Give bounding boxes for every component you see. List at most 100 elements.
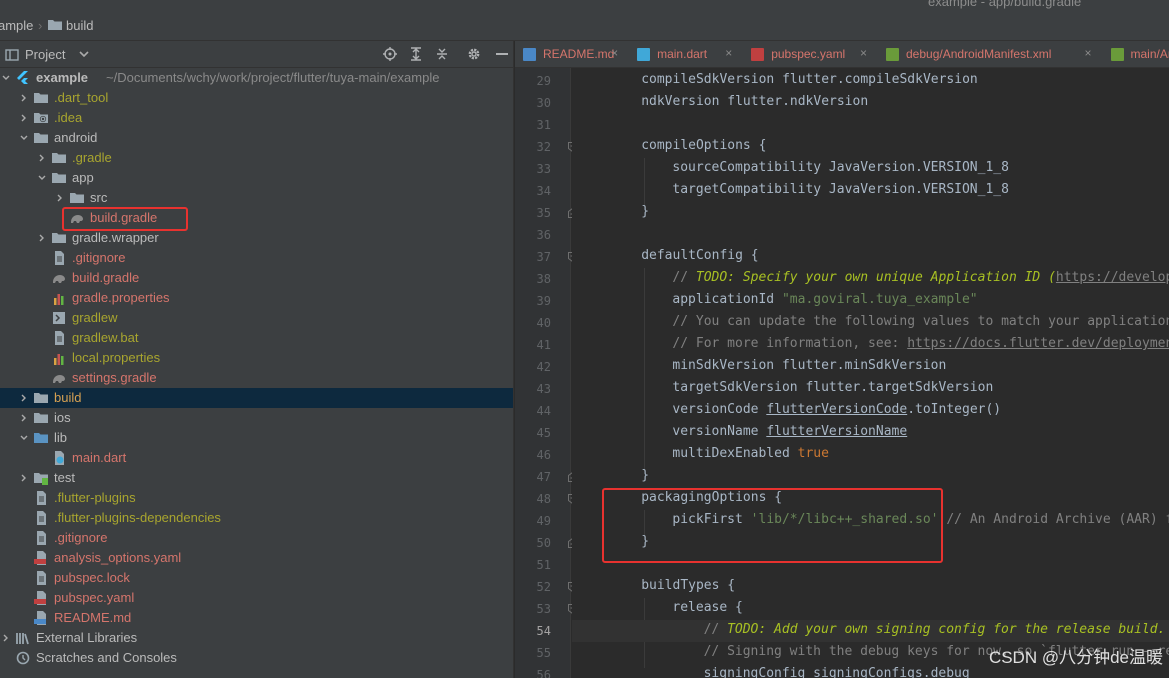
breadcrumb-build[interactable]: build	[66, 18, 93, 33]
tree-item[interactable]: Scratches and Consoles	[0, 648, 513, 668]
chevron-right-icon[interactable]	[20, 414, 28, 422]
chevron-right-icon[interactable]	[38, 234, 46, 242]
collapse-all-icon[interactable]	[435, 47, 449, 61]
tree-item[interactable]: .gradle	[0, 148, 513, 168]
chevron-down-icon[interactable]	[20, 134, 28, 142]
line-number: 32	[536, 140, 551, 154]
tree-item[interactable]: .idea	[0, 108, 513, 128]
chevron-down-icon[interactable]	[79, 50, 89, 58]
hide-panel-icon[interactable]	[495, 53, 509, 56]
line-number: 51	[536, 558, 551, 572]
tree-item[interactable]: gradle.wrapper	[0, 228, 513, 248]
close-icon[interactable]: ×	[1085, 46, 1092, 60]
code-line: // You can update the following values t…	[672, 314, 1169, 329]
code-token: TODO: Add your own signing config for th…	[727, 622, 1166, 637]
chevron-down-icon[interactable]	[20, 434, 28, 442]
code-token: sourceCompatibility JavaVersion.VERSION_…	[672, 160, 1009, 175]
file-icon	[37, 511, 46, 525]
code-token: // An Android Archive (AAR) file	[946, 512, 1169, 527]
tree-item-label: Scratches and Consoles	[36, 650, 177, 665]
tree-item[interactable]: main.dart	[0, 448, 513, 468]
tree-item[interactable]: build.gradle	[0, 268, 513, 288]
tree-item[interactable]: README.md	[0, 608, 513, 628]
code-token: targetSdkVersion flutter.targetSdkVersio…	[672, 380, 994, 395]
tree-item[interactable]: .dart_tool	[0, 88, 513, 108]
line-number: 43	[536, 382, 551, 396]
tree-item[interactable]: .flutter-plugins-dependencies	[0, 508, 513, 528]
editor-tab-label: main.dart	[657, 47, 708, 61]
code-line: targetCompatibility JavaVersion.VERSION_…	[672, 182, 1009, 197]
tree-item[interactable]: gradlew.bat	[0, 328, 513, 348]
tree-item-label: app	[72, 170, 94, 185]
tree-item[interactable]: test	[0, 468, 513, 488]
tree-item[interactable]: example ~/Documents/wchy/work/project/flu…	[0, 68, 513, 88]
chevron-right-icon[interactable]	[56, 194, 64, 202]
tree-item-label: build.gradle	[72, 270, 140, 285]
chevron-down-icon[interactable]	[2, 74, 10, 82]
code-line: defaultConfig {	[641, 248, 758, 263]
tree-item[interactable]: gradlew	[0, 308, 513, 328]
chevron-right-icon[interactable]	[20, 94, 28, 102]
tree-item[interactable]: .gitignore	[0, 248, 513, 268]
folder-icon	[34, 93, 48, 103]
tree-item[interactable]: android	[0, 128, 513, 148]
code-line: compileSdkVersion flutter.compileSdkVers…	[641, 72, 978, 87]
tree-item[interactable]: settings.gradle	[0, 368, 513, 388]
tree-item[interactable]: analysis_options.yaml	[0, 548, 513, 568]
tree-item-label: .flutter-plugins	[54, 490, 136, 505]
tree-item[interactable]: build	[0, 388, 513, 408]
tree-item[interactable]: local.properties	[0, 348, 513, 368]
code-token: versionName	[672, 424, 767, 439]
line-number: 31	[536, 118, 551, 132]
tree-item-label: gradle.wrapper	[72, 230, 159, 245]
expand-all-icon[interactable]	[409, 47, 423, 61]
locate-file-icon[interactable]	[383, 47, 397, 61]
code-token: compileOptions {	[641, 138, 767, 153]
tree-item[interactable]: app	[0, 168, 513, 188]
code-token[interactable]: https://developer.a	[1056, 270, 1169, 285]
tree-item[interactable]: pubspec.lock	[0, 568, 513, 588]
tree-item[interactable]: ios	[0, 408, 513, 428]
tree-item[interactable]: pubspec.yaml	[0, 588, 513, 608]
file-icon	[55, 251, 64, 265]
code-editor[interactable]: compileSdkVersion flutter.compileSdkVers…	[572, 68, 1169, 678]
chevron-right-icon[interactable]	[20, 394, 28, 402]
gear-icon[interactable]	[467, 47, 481, 61]
tree-item-label: .dart_tool	[54, 90, 109, 105]
tree-item[interactable]: .gitignore	[0, 528, 513, 548]
editor-tab-label: pubspec.yaml	[771, 47, 846, 61]
window-title: example - app/build.gradle	[928, 0, 1082, 9]
chevron-right-icon[interactable]	[20, 474, 28, 482]
close-icon[interactable]: ×	[725, 46, 732, 60]
tree-item[interactable]: src	[0, 188, 513, 208]
line-number: 44	[536, 404, 551, 418]
chevron-right-icon[interactable]	[20, 114, 28, 122]
breadcrumb-root[interactable]: ample	[0, 18, 33, 33]
settings-folder-icon	[34, 113, 48, 123]
line-number: 54	[536, 624, 551, 638]
code-token: }	[641, 204, 650, 219]
tree-item[interactable]: gradle.properties	[0, 288, 513, 308]
tree-item[interactable]: External Libraries	[0, 628, 513, 648]
close-icon[interactable]: ×	[860, 46, 867, 60]
code-token: compileSdkVersion flutter.compileSdkVers…	[641, 72, 978, 87]
code-line: versionCode flutterVersionCode.toInteger…	[672, 402, 1001, 417]
tree-item[interactable]: .flutter-plugins	[0, 488, 513, 508]
code-line: applicationId "ma.goviral.tuya_example"	[672, 292, 977, 307]
close-icon[interactable]: ×	[611, 46, 618, 60]
dart-file-icon	[55, 451, 64, 465]
folder-icon	[34, 393, 48, 403]
code-line: targetSdkVersion flutter.targetSdkVersio…	[672, 380, 993, 395]
chevron-down-icon[interactable]	[38, 174, 46, 182]
code-token: true	[797, 446, 829, 461]
tree-item-label: External Libraries	[36, 630, 138, 645]
code-token: //	[703, 622, 728, 637]
chevron-right-icon[interactable]	[38, 154, 46, 162]
tree-item-label: .gradle	[72, 150, 112, 165]
project-panel-header: Project	[0, 41, 513, 68]
code-token[interactable]: https://docs.flutter.dev/deployment/an	[907, 336, 1169, 351]
code-line: // TODO: Specify your own unique Applica…	[672, 270, 1169, 285]
project-view-title[interactable]: Project	[25, 47, 65, 62]
tree-item[interactable]: lib	[0, 428, 513, 448]
chevron-right-icon[interactable]	[2, 634, 10, 642]
